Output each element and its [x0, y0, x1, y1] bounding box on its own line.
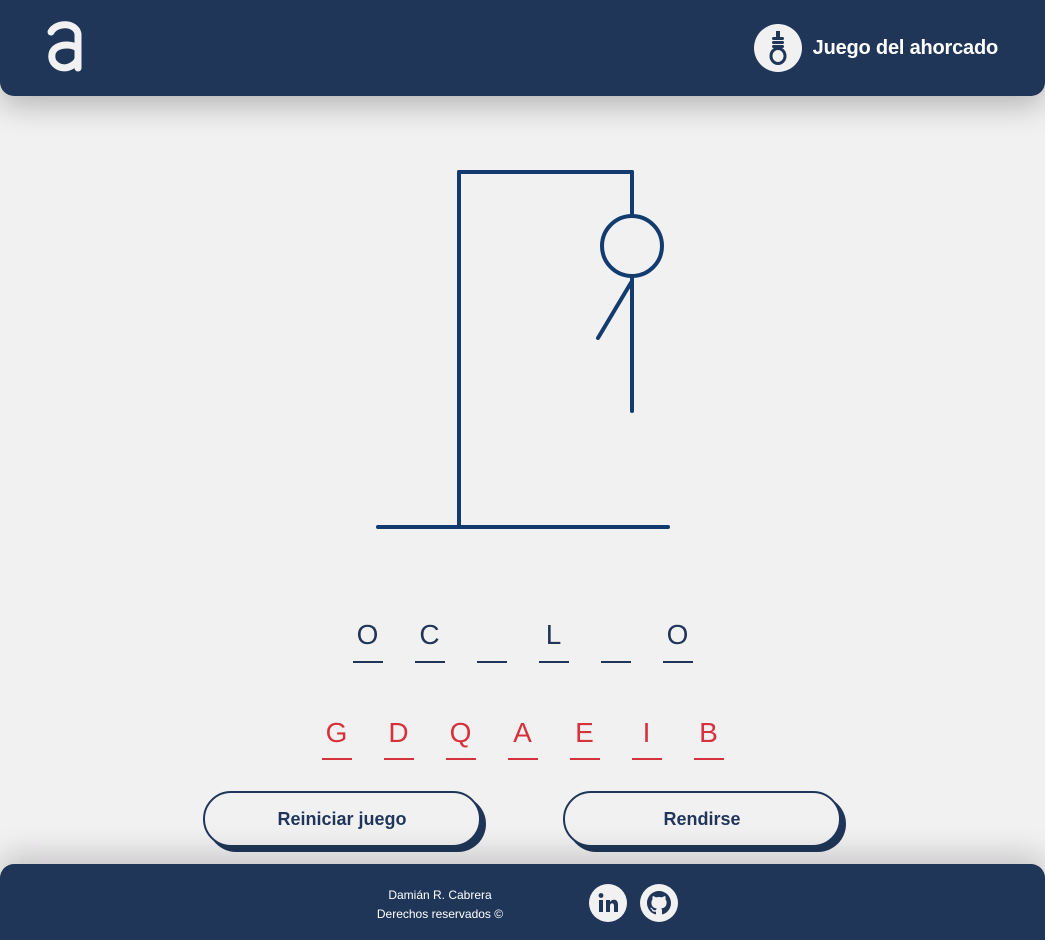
letter-slot: L: [538, 615, 569, 663]
copyright-text: Derechos reservados ©: [376, 907, 504, 921]
hangman-left-arm: [596, 279, 634, 340]
letter-slot: [476, 615, 507, 663]
github-icon[interactable]: [640, 884, 678, 922]
wrong-letter: D: [383, 712, 414, 760]
footer-credits: Damián R. Cabrera Derechos reservados ©: [360, 886, 520, 924]
wrong-letter: E: [569, 712, 600, 760]
secret-word: O C L O: [0, 615, 1045, 663]
wrong-letter: A: [507, 712, 538, 760]
wrong-letter: Q: [445, 712, 476, 760]
hangman-head: [600, 214, 664, 278]
linkedin-icon[interactable]: [589, 884, 627, 922]
a-logo-icon[interactable]: [44, 18, 84, 74]
wrong-letter: G: [321, 712, 352, 760]
surrender-button[interactable]: Rendirse: [563, 791, 841, 847]
hangman-drawing: [370, 165, 680, 535]
author-name: Damián R. Cabrera: [388, 888, 492, 902]
app-header: Juego del ahorcado: [0, 0, 1045, 96]
letter-slot: C: [414, 615, 445, 663]
letter-slot: O: [662, 615, 693, 663]
noose-icon: [753, 24, 802, 72]
app-footer: Damián R. Cabrera Derechos reservados ©: [0, 864, 1045, 940]
letter-slot: O: [352, 615, 383, 663]
wrong-letter: I: [631, 712, 662, 760]
brand: Juego del ahorcado: [753, 24, 999, 72]
wrong-letter: B: [693, 712, 724, 760]
app-title: Juego del ahorcado: [812, 36, 999, 59]
letter-slot: [600, 615, 631, 663]
wrong-letters: G D Q A E I B: [0, 712, 1045, 760]
restart-button[interactable]: Reiniciar juego: [203, 791, 481, 847]
